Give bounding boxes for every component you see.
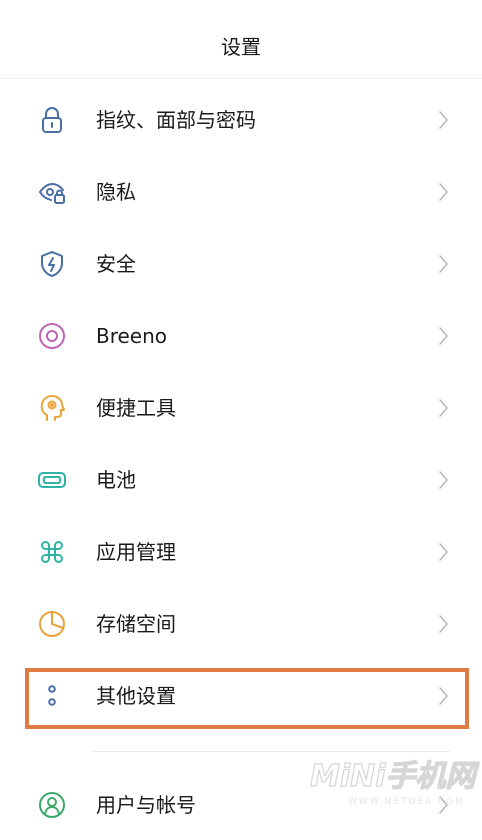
settings-item-label: 用户与帐号 <box>96 793 196 817</box>
settings-item-label: 其他设置 <box>96 684 176 708</box>
chevron-right-icon <box>436 325 450 347</box>
chevron-right-icon <box>436 541 450 563</box>
settings-item-storage[interactable]: 存储空间 <box>0 589 482 659</box>
chevron-right-icon <box>436 469 450 491</box>
settings-item-label: 隐私 <box>96 180 136 204</box>
settings-item-label: 应用管理 <box>96 540 176 564</box>
more-dots-icon <box>36 680 68 712</box>
lock-icon <box>36 104 68 136</box>
header-bar: 设置 <box>0 0 482 79</box>
section-divider <box>92 751 450 752</box>
settings-item-battery[interactable]: 电池 <box>0 445 482 515</box>
settings-item-breeno[interactable]: Breeno <box>0 301 482 371</box>
settings-item-label: 电池 <box>96 468 136 492</box>
chevron-right-icon <box>436 181 450 203</box>
settings-item-security[interactable]: 安全 <box>0 229 482 299</box>
chevron-right-icon <box>436 613 450 635</box>
settings-item-convenience-tools[interactable]: 便捷工具 <box>0 373 482 443</box>
battery-icon <box>36 464 68 496</box>
settings-item-app-management[interactable]: 应用管理 <box>0 517 482 587</box>
settings-item-other-settings[interactable]: 其他设置 <box>0 661 482 731</box>
settings-item-label: 指纹、面部与密码 <box>96 108 256 132</box>
settings-item-users-accounts[interactable]: 用户与帐号 <box>0 770 482 840</box>
settings-item-label: 存储空间 <box>96 612 176 636</box>
settings-item-label: 安全 <box>96 252 136 276</box>
page-title: 设置 <box>221 35 261 59</box>
user-account-icon <box>36 789 68 821</box>
settings-item-label: 便捷工具 <box>96 396 176 420</box>
storage-pie-icon <box>36 608 68 640</box>
head-gear-icon <box>36 392 68 424</box>
chevron-right-icon <box>436 109 450 131</box>
chevron-right-icon <box>436 253 450 275</box>
chevron-right-icon <box>436 685 450 707</box>
breeno-ring-icon <box>36 320 68 352</box>
chevron-right-icon <box>436 397 450 419</box>
settings-item-label: Breeno <box>96 324 168 348</box>
privacy-eye-lock-icon <box>36 176 68 208</box>
shield-bolt-icon <box>36 248 68 280</box>
settings-item-fingerprint-face-password[interactable]: 指纹、面部与密码 <box>0 85 482 155</box>
chevron-right-icon <box>436 794 450 816</box>
settings-item-privacy[interactable]: 隐私 <box>0 157 482 227</box>
app-grid-icon <box>36 536 68 568</box>
